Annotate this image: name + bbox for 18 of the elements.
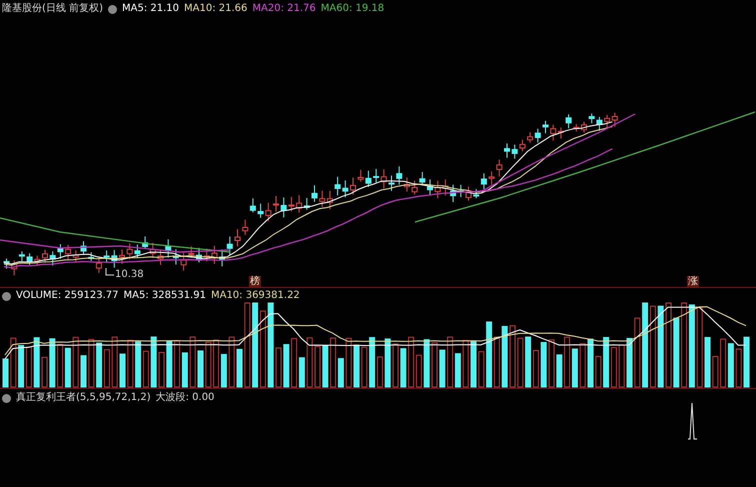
- toggle-icon[interactable]: [2, 292, 11, 300]
- indicator-value: MA20: 21.76: [252, 3, 316, 15]
- indicator-reading: 大波段: 0.00: [156, 392, 214, 404]
- indicator-title: 真正复利王者(5,5,95,72,1,2): [16, 392, 151, 404]
- low-pointer-line: [106, 268, 114, 276]
- stock-title: 隆基股份(日线 前复权): [2, 3, 103, 15]
- toggle-icon[interactable]: [2, 394, 11, 402]
- indicator-value: MA5: 328531.91: [124, 290, 206, 302]
- signal-marker: 榜: [249, 276, 261, 287]
- indicator-spike-line: [688, 402, 698, 440]
- indicator-value: MA5: 21.10: [122, 3, 179, 15]
- price-low-label: 10.38: [115, 269, 144, 280]
- indicator-value: MA10: 369381.22: [210, 290, 300, 302]
- indicator-value: MA60: 19.18: [320, 3, 384, 15]
- toggle-icon[interactable]: [108, 4, 117, 14]
- indicator-value: VOLUME: 259123.77: [16, 290, 118, 302]
- signal-marker: 涨: [687, 276, 699, 287]
- indicator-value: MA10: 21.66: [184, 3, 248, 15]
